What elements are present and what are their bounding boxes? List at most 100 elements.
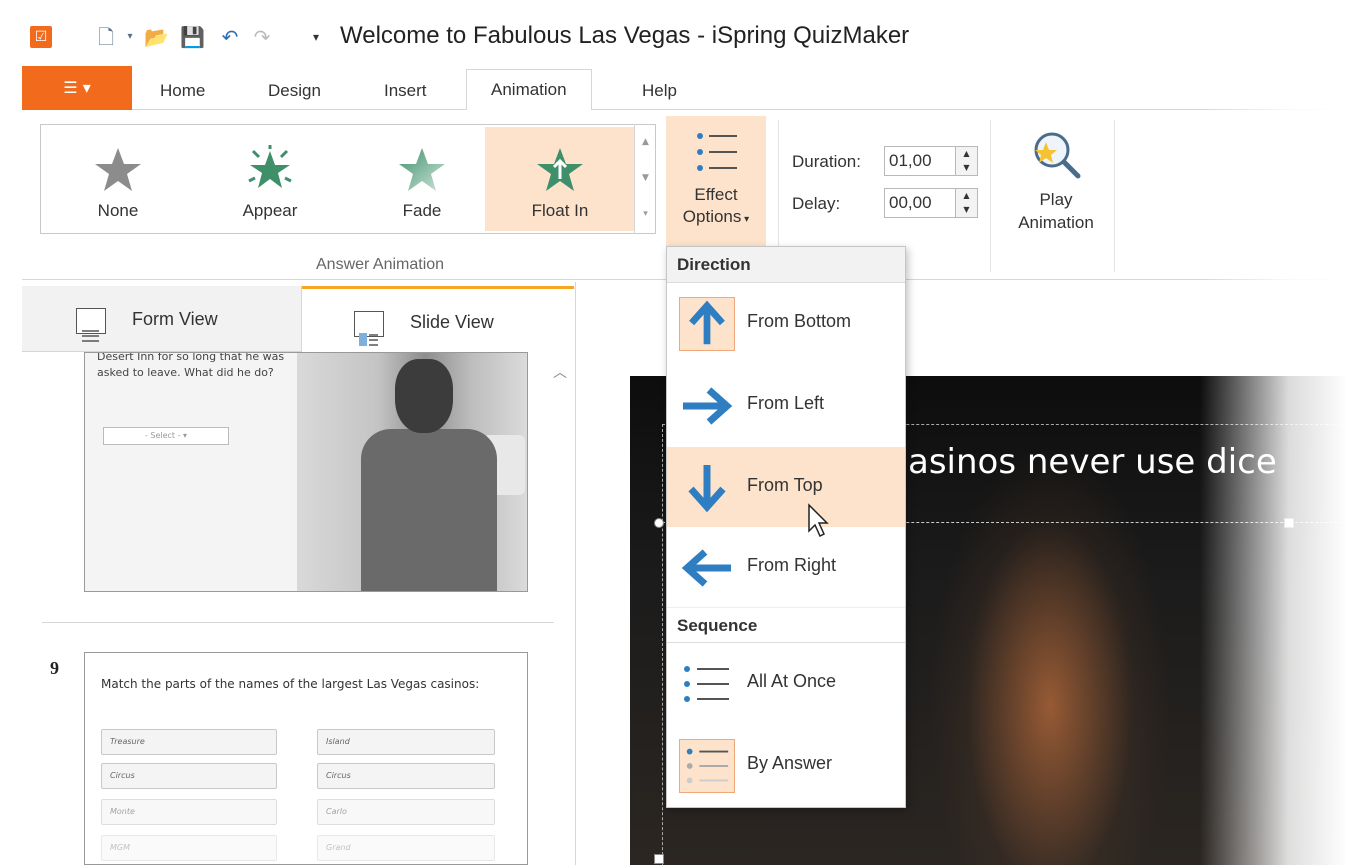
tab-help[interactable]: Help <box>642 76 677 110</box>
new-file-icon[interactable]: 🗋 <box>94 24 118 50</box>
arrow-down-icon <box>688 465 726 513</box>
slide-number: 9 <box>50 658 59 678</box>
person-body-shape <box>361 429 497 591</box>
gallery-item-fade[interactable]: Fade <box>347 127 497 231</box>
file-menu-button[interactable]: ☰ ▾ <box>22 66 132 110</box>
slide-view-icon <box>354 311 384 346</box>
slide-thumb-select: - Select - ▾ <box>103 427 229 445</box>
chevron-down-icon: ▾ <box>741 214 750 225</box>
star-float-icon <box>537 148 583 191</box>
list-all-icon <box>684 666 729 702</box>
new-file-dropdown-icon[interactable]: ▾ <box>118 24 142 50</box>
slide-divider <box>42 622 554 623</box>
person-head-shape <box>395 359 453 433</box>
menu-item-label: From Left <box>747 393 825 413</box>
slide-title-text[interactable]: asinos never use dice <box>908 442 1277 482</box>
slide-thumbnail-8[interactable]: Desert Inn for so long that he was asked… <box>84 352 528 592</box>
delay-spin-buttons[interactable]: ▲ ▼ <box>955 189 977 217</box>
arrow-up-icon <box>679 297 735 351</box>
gallery-item-appear[interactable]: Appear <box>195 127 345 231</box>
gallery-label: Float In <box>531 201 589 220</box>
arrow-left-icon <box>681 549 731 587</box>
menu-item-label: From Bottom <box>747 311 852 331</box>
duration-value[interactable]: 01,00 <box>889 151 932 171</box>
menu-item-all-at-once[interactable]: All At Once <box>667 643 905 723</box>
direction-header: Direction <box>667 247 905 283</box>
title-bar: ☑ 🗋 ▾ 📂 💾 ↶ ↷ ▾ Welcome to Fabulous Las … <box>22 8 1348 66</box>
resize-handle[interactable] <box>654 854 664 864</box>
tab-slide-view[interactable]: Slide View <box>302 286 574 352</box>
menu-item-label: From Top <box>747 475 823 495</box>
tab-form-view[interactable]: Form View <box>22 286 302 352</box>
match-item-left: Treasure <box>101 729 277 755</box>
spin-down-icon[interactable]: ▼ <box>956 203 977 217</box>
slides-pane: Form View Slide View Desert Inn for so l… <box>22 282 576 865</box>
menu-item-label: By Answer <box>747 753 833 773</box>
tab-animation[interactable]: Animation <box>466 69 592 111</box>
sequence-header: Sequence <box>667 607 905 643</box>
menu-icon: ☰ ▾ <box>63 78 91 97</box>
duration-stepper[interactable]: 01,00 ▲ ▼ <box>884 146 978 176</box>
customize-toolbar-icon[interactable]: ▾ <box>304 24 328 50</box>
delay-stepper[interactable]: 00,00 ▲ ▼ <box>884 188 978 218</box>
spin-up-icon[interactable]: ▲ <box>956 147 977 161</box>
redo-icon[interactable]: ↷ <box>250 24 274 50</box>
play-animation-button[interactable] <box>1026 128 1084 182</box>
gallery-scrollbar[interactable]: ▲ ▼ ▾ <box>634 124 656 234</box>
star-gray-icon <box>95 148 141 191</box>
gallery-item-float-in[interactable]: Float In <box>485 127 635 231</box>
window-title: Welcome to Fabulous Las Vegas - iSpring … <box>340 22 910 49</box>
slide-thumb-question: Match the parts of the names of the larg… <box>101 677 480 691</box>
gallery-label: None <box>97 201 139 220</box>
scroll-up-icon[interactable]: ︿ <box>550 362 570 382</box>
menu-item-label: From Right <box>747 555 837 575</box>
match-item-left: MGM <box>101 835 277 861</box>
match-item-right: Circus <box>317 763 495 789</box>
slide-photo <box>297 353 527 591</box>
tab-design[interactable]: Design <box>268 76 321 110</box>
menu-item-label: All At Once <box>747 671 837 691</box>
ribbon-separator <box>990 120 991 272</box>
animation-gallery: None Appear Fade Float In <box>40 124 656 234</box>
spin-down-icon[interactable]: ▼ <box>956 161 977 175</box>
menu-item-from-left[interactable]: From Left <box>667 365 905 445</box>
menu-item-by-answer[interactable]: By Answer <box>667 725 905 805</box>
tab-home[interactable]: Home <box>160 76 205 110</box>
spin-up-icon[interactable]: ▲ <box>956 189 977 203</box>
save-icon[interactable]: 💾 <box>180 24 205 50</box>
delay-value[interactable]: 00,00 <box>889 193 932 213</box>
chevron-down-icon: ▾ <box>183 431 188 440</box>
resize-handle[interactable] <box>654 518 664 528</box>
effect-options-menu: Direction From Bottom From Left From Top… <box>666 246 906 808</box>
gallery-expand-icon[interactable]: ▾ <box>635 196 656 232</box>
effect-options-label-1: Effect <box>694 185 738 204</box>
duration-spin-buttons[interactable]: ▲ ▼ <box>955 147 977 175</box>
match-item-left: Circus <box>101 763 277 789</box>
match-item-right: Island <box>317 729 495 755</box>
ribbon-tabs: ☰ ▾ Home Design Insert Animation Help <box>22 66 1348 111</box>
app-logo-icon[interactable]: ☑ <box>30 26 52 48</box>
match-item-right: Grand <box>317 835 495 861</box>
open-folder-icon[interactable]: 📂 <box>144 24 169 50</box>
list-by-answer-icon <box>679 739 735 793</box>
play-animation-label[interactable]: Play Animation <box>1008 188 1104 234</box>
undo-icon[interactable]: ↶ <box>218 24 242 50</box>
slide-thumbnail-9[interactable]: Match the parts of the names of the larg… <box>84 652 528 865</box>
star-fade-icon <box>399 148 445 191</box>
duration-label: Duration: <box>792 152 861 171</box>
menu-item-from-right[interactable]: From Right <box>667 527 905 607</box>
star-burst-icon <box>248 145 292 188</box>
tab-insert[interactable]: Insert <box>384 76 427 110</box>
scroll-up-icon[interactable]: ▲ <box>635 124 656 160</box>
menu-item-from-top[interactable]: From Top <box>667 447 905 538</box>
gallery-label: Appear <box>242 201 298 220</box>
effect-options-button[interactable]: Effect Options ▾ <box>666 116 766 248</box>
scroll-down-icon[interactable]: ▼ <box>635 160 656 196</box>
gallery-item-none[interactable]: None <box>43 127 193 231</box>
list-view-icon <box>76 308 106 342</box>
resize-handle[interactable] <box>1284 518 1294 528</box>
form-view-label: Form View <box>132 309 218 329</box>
arrow-right-icon <box>683 387 733 425</box>
menu-item-from-bottom[interactable]: From Bottom <box>667 283 905 363</box>
list-options-icon <box>697 133 737 171</box>
